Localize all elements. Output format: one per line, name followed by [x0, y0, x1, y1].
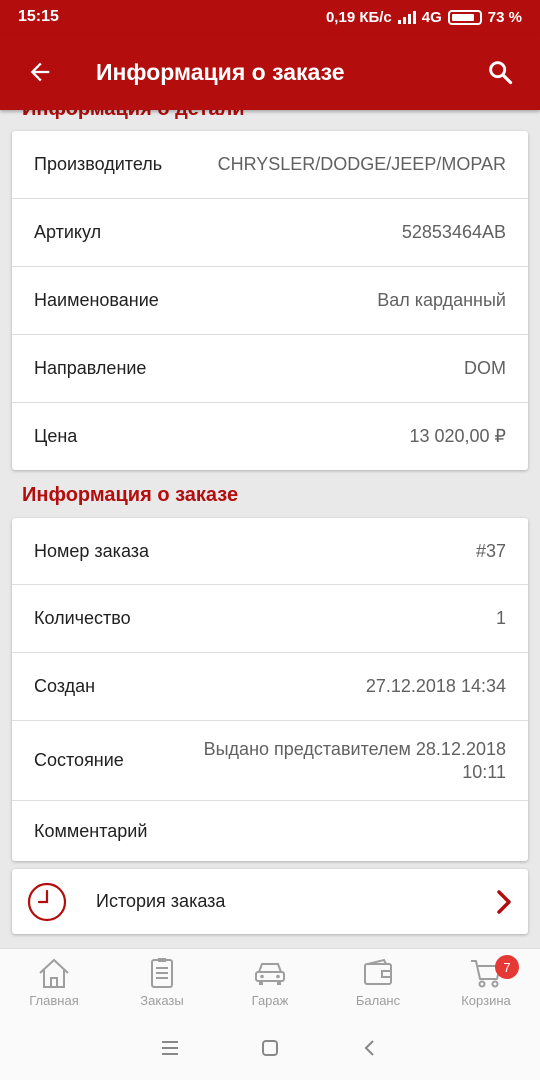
row-label: Состояние [34, 750, 124, 770]
row-value: 27.12.2018 14:34 [365, 676, 506, 696]
car-icon [255, 963, 285, 985]
home-square-icon[interactable] [260, 1038, 280, 1058]
order-history-label: История заказа [96, 891, 226, 911]
order-section-title: Информация о заказе [22, 484, 239, 506]
row-created: Создан 27.12.2018 14:34 [12, 653, 528, 721]
search-button[interactable] [478, 50, 522, 94]
row-quantity: Количество 1 [12, 585, 528, 653]
row-value: Выдано представителем 28.12.2018 10:11 [203, 738, 506, 782]
order-history-button[interactable]: История заказа [12, 869, 528, 934]
nav-garage[interactable]: Гараж [216, 949, 324, 1015]
wallet-icon [364, 958, 392, 985]
nav-label: Заказы [140, 993, 184, 1008]
orders-icon [151, 958, 173, 988]
row-value: 13 020,00 ₽ [409, 426, 506, 446]
arrow-left-icon [30, 62, 50, 82]
row-price: Цена 13 020,00 ₽ [12, 403, 528, 470]
row-value: Вал карданный [377, 290, 506, 310]
network-speed: 0,19 КБ/с [325, 8, 392, 26]
status-bar: 15:15 0,19 КБ/с 4G 73 % [0, 0, 540, 34]
row-status: Состояние Выдано представителем 28.12.20… [12, 721, 528, 801]
home-icon [39, 958, 69, 988]
search-icon [489, 61, 513, 85]
back-triangle-icon[interactable] [360, 1038, 380, 1058]
row-comment: Комментарий [12, 801, 528, 861]
row-label: Цена [34, 426, 78, 446]
part-section-title: Информация о детали [22, 110, 245, 121]
nav-label: Корзина [461, 993, 511, 1008]
clock-icon [27, 882, 67, 921]
row-value: DOM [464, 358, 506, 378]
row-order-number: Номер заказа #37 [12, 518, 528, 585]
system-nav-bar [0, 1015, 540, 1080]
row-label: Комментарий [34, 820, 148, 841]
back-button[interactable] [18, 50, 62, 94]
bottom-nav: Главная Заказы Гараж Баланс Корзина 7 [0, 948, 540, 1015]
nav-orders[interactable]: Заказы [108, 949, 216, 1015]
row-value: 1 [495, 608, 506, 628]
nav-cart[interactable]: Корзина 7 [432, 949, 540, 1015]
nav-label: Баланс [355, 993, 401, 1008]
app-bar: Информация о заказе [0, 34, 540, 110]
part-info-card: Производитель CHRYSLER/DODGE/JEEP/MOPAR … [12, 131, 528, 470]
nav-label: Главная [29, 993, 79, 1008]
row-label: Количество [34, 608, 131, 628]
chevron-right-icon [497, 889, 511, 914]
battery-level: 73 % [487, 8, 522, 26]
row-label: Производитель [34, 154, 163, 174]
nav-label: Гараж [251, 993, 289, 1008]
row-value: 52853464AB [401, 222, 506, 242]
signal-icon [397, 10, 416, 24]
network-type: 4G [421, 8, 442, 26]
order-info-card: Номер заказа #37 Количество 1 Создан 27.… [12, 518, 528, 861]
row-direction: Направление DOM [12, 335, 528, 403]
row-value: CHRYSLER/DODGE/JEEP/MOPAR [217, 154, 506, 174]
nav-home[interactable]: Главная [0, 949, 108, 1015]
row-value: #37 [475, 540, 506, 561]
row-label: Артикул [34, 222, 102, 242]
row-label: Наименование [34, 290, 159, 310]
battery-icon [447, 9, 482, 25]
page-title: Информация о заказе [96, 58, 345, 85]
cart-badge: 7 [495, 955, 519, 979]
row-label: Номер заказа [34, 540, 150, 561]
nav-balance[interactable]: Баланс [324, 949, 432, 1015]
row-label: Направление [34, 358, 147, 378]
menu-icon[interactable] [160, 1038, 180, 1058]
row-name: Наименование Вал карданный [12, 267, 528, 335]
status-indicators: 0,19 КБ/с 4G 73 % [326, 9, 522, 26]
content-scroll[interactable]: Информация о детали Производитель CHRYSL… [0, 110, 540, 948]
row-label: Создан [34, 676, 96, 696]
status-time: 15:15 [18, 8, 59, 25]
row-manufacturer: Производитель CHRYSLER/DODGE/JEEP/MOPAR [12, 131, 528, 199]
row-article: Артикул 52853464AB [12, 199, 528, 267]
